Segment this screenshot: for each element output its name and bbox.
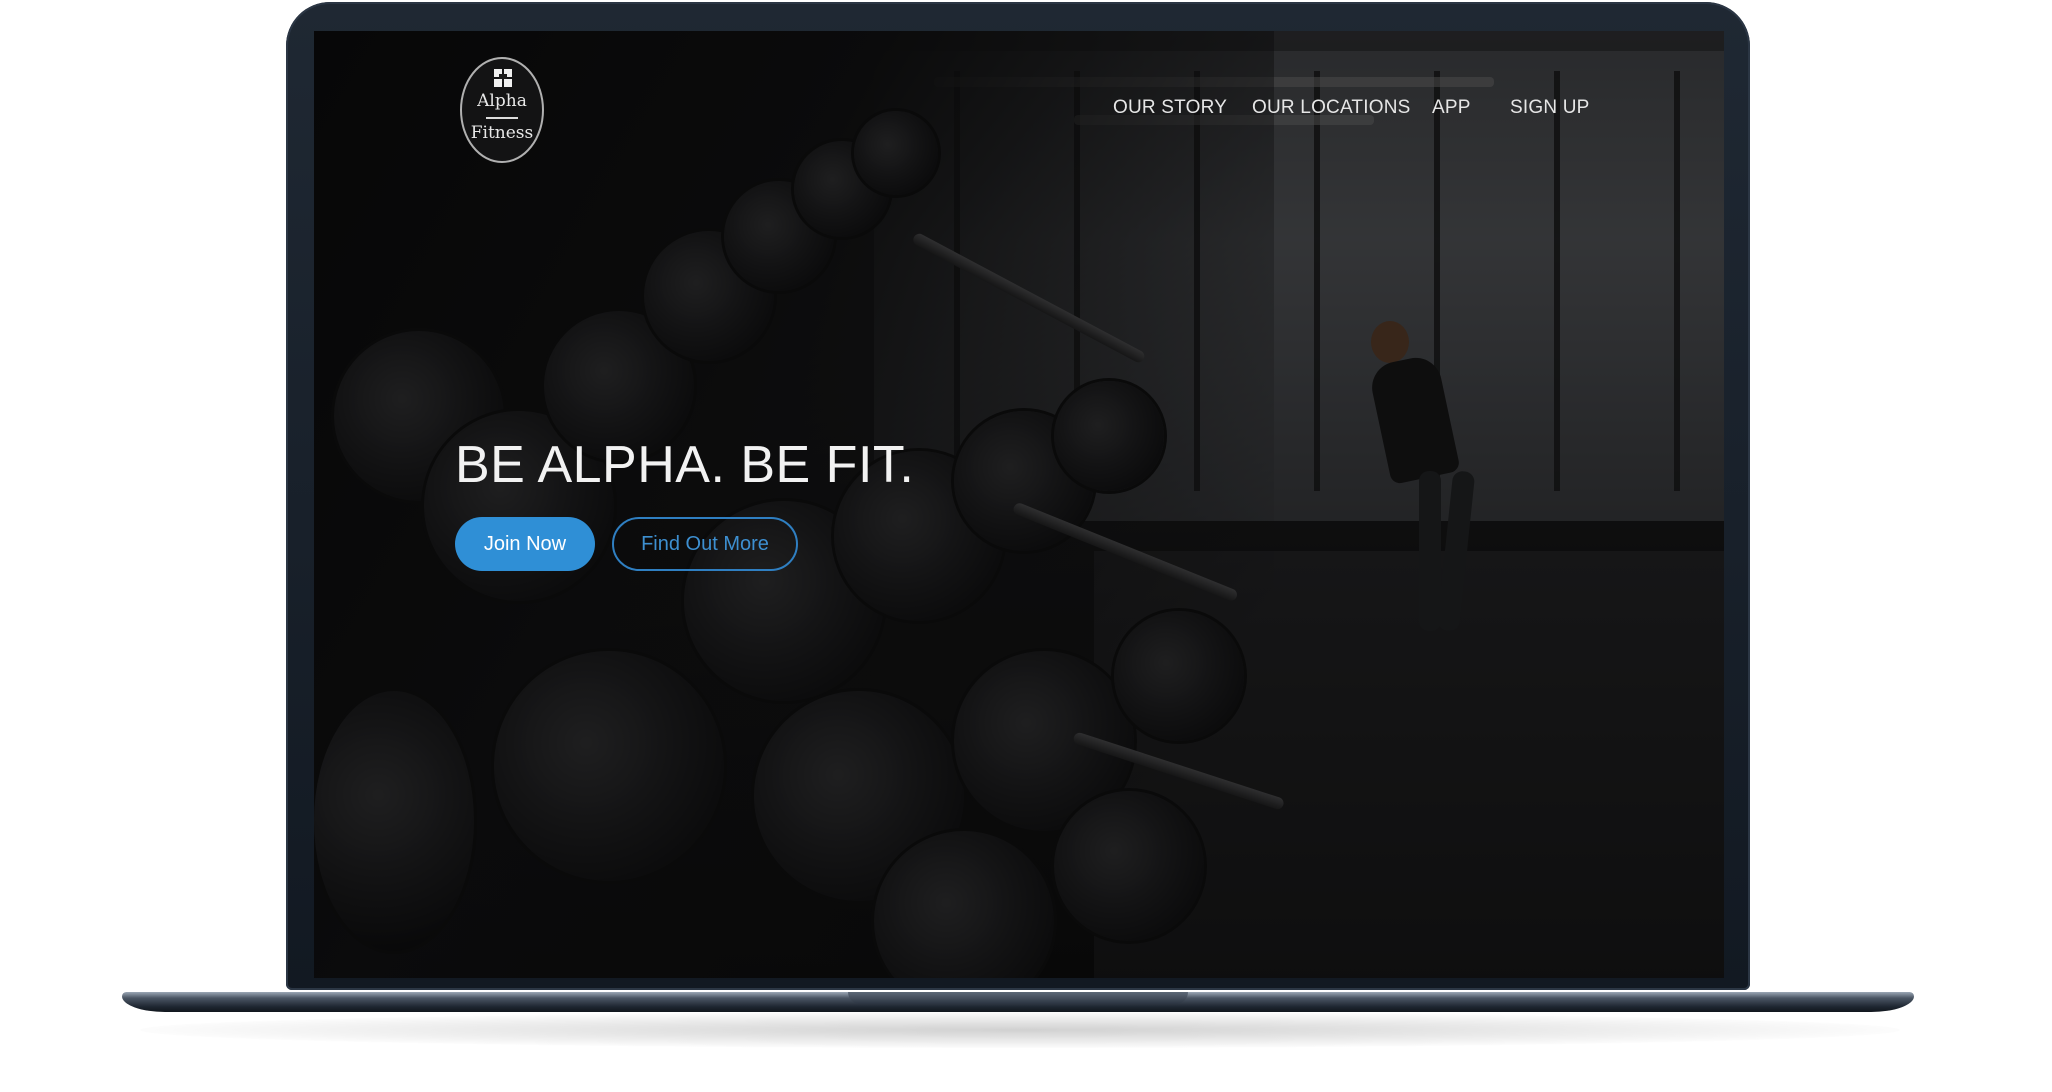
laptop-shadow [140,1012,1900,1048]
nav-our-locations[interactable]: OUR LOCATIONS [1252,97,1411,119]
logo-divider [486,117,518,119]
logo-text-fitness: Fitness [470,123,534,143]
laptop-screen: Alpha Fitness OUR STORY OUR LOCATIONS AP… [314,31,1724,978]
find-out-more-button[interactable]: Find Out More [612,517,798,571]
product-mockup: Alpha Fitness OUR STORY OUR LOCATIONS AP… [0,0,2052,1092]
nav-sign-up[interactable]: SIGN UP [1510,97,1590,119]
site-logo[interactable]: Alpha Fitness [460,57,544,163]
hero-title: BE ALPHA. BE FIT. [455,436,915,494]
join-now-button[interactable]: Join Now [455,517,595,571]
alpha-fitness-logo-icon [494,69,512,87]
nav-app[interactable]: APP [1432,97,1471,119]
nav-our-story[interactable]: OUR STORY [1113,97,1227,119]
logo-text-alpha: Alpha [477,91,527,111]
laptop-hinge-notch [848,992,1188,1004]
dark-overlay [314,31,1724,978]
